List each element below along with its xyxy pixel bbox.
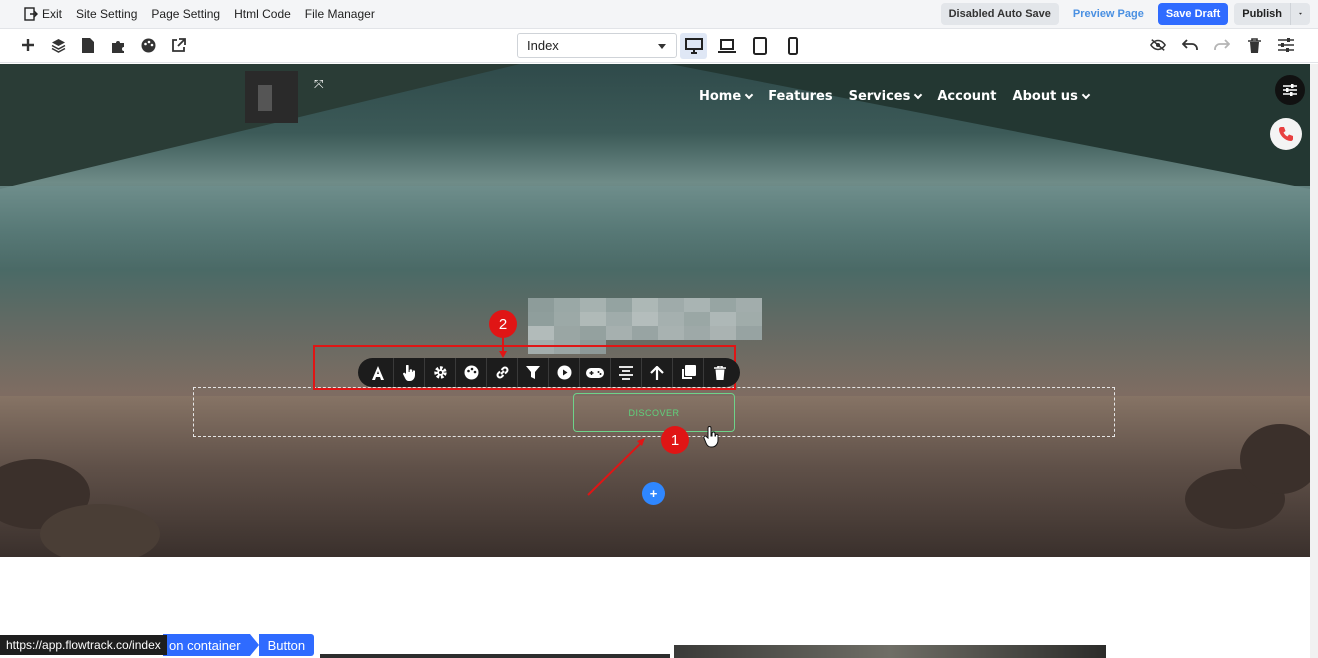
exit-icon (24, 7, 38, 21)
redo-icon[interactable] (1214, 37, 1230, 53)
breadcrumb-item-container[interactable]: on container (163, 634, 250, 656)
desktop-icon (684, 38, 703, 54)
breadcrumb-separator (249, 634, 259, 656)
add-icon[interactable] (20, 37, 36, 53)
eye-slash-icon[interactable] (1150, 37, 1166, 53)
publish-dropdown-button[interactable] (1290, 3, 1310, 25)
site-setting-button[interactable]: Site Setting (76, 7, 137, 21)
preview-page-button[interactable]: Preview Page (1065, 3, 1152, 25)
page-setting-button[interactable]: Page Setting (151, 7, 220, 21)
mobile-view-button[interactable] (779, 33, 806, 59)
device-switcher (680, 33, 806, 59)
exit-button[interactable]: Exit (24, 7, 62, 21)
external-link-icon[interactable] (170, 37, 186, 53)
hand-cursor-icon (703, 426, 719, 448)
editor-canvas[interactable]: ⤧ Home Features Services Account About u… (0, 64, 1310, 557)
sliders-icon[interactable] (1278, 37, 1294, 53)
publish-button[interactable]: Publish (1234, 3, 1290, 25)
chevron-down-icon (1299, 12, 1302, 15)
breadcrumb-item-button[interactable]: Button (258, 634, 315, 656)
add-section-button[interactable]: + (642, 482, 665, 505)
trash-icon[interactable] (1246, 37, 1262, 53)
laptop-icon (717, 39, 736, 53)
next-section-divider (320, 654, 670, 658)
save-draft-button[interactable]: Save Draft (1157, 3, 1229, 25)
canvas-scrollbar[interactable] (1310, 64, 1318, 658)
editor-toolbar: Index (0, 30, 1318, 63)
palette-icon[interactable] (140, 37, 156, 53)
tablet-view-button[interactable] (746, 33, 773, 59)
undo-icon[interactable] (1182, 37, 1198, 53)
top-menu-bar: Exit Site Setting Page Setting Html Code… (0, 0, 1318, 29)
top-actions: Disabled Auto Save Preview Page Save Dra… (940, 3, 1310, 25)
editor-tools-right (1150, 37, 1294, 53)
layers-icon[interactable] (50, 37, 66, 53)
page-select-value: Index (527, 38, 559, 53)
laptop-view-button[interactable] (713, 33, 740, 59)
file-manager-button[interactable]: File Manager (305, 7, 375, 21)
html-code-button[interactable]: Html Code (234, 7, 291, 21)
tablet-icon (752, 37, 767, 55)
mobile-icon (787, 37, 798, 55)
auto-save-toggle[interactable]: Disabled Auto Save (940, 3, 1059, 25)
chevron-down-icon (658, 44, 666, 49)
page-select[interactable]: Index (517, 33, 677, 58)
editor-tools-left (20, 37, 186, 53)
exit-label: Exit (42, 7, 63, 21)
page-icon[interactable] (80, 37, 96, 53)
next-section-image (674, 645, 1106, 658)
puzzle-icon[interactable] (110, 37, 126, 53)
breadcrumb: on container Button (163, 634, 315, 656)
status-bar-url: https://app.flowtrack.co/index (0, 635, 167, 655)
top-menu: Exit Site Setting Page Setting Html Code… (0, 7, 375, 21)
desktop-view-button[interactable] (680, 33, 707, 59)
